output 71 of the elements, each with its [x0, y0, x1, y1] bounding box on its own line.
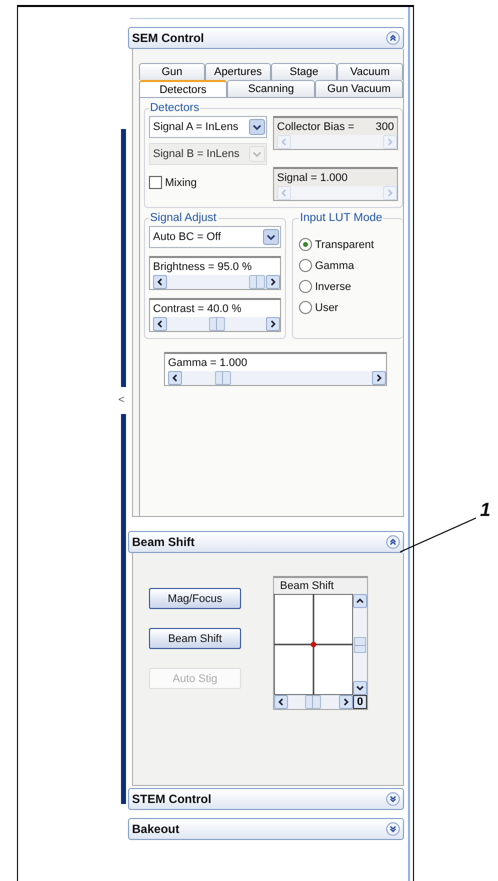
signal-dropdown[interactable]: Signal A = InLens — [149, 116, 267, 138]
radio-button[interactable] — [299, 280, 312, 293]
scroll-left-icon[interactable] — [153, 275, 167, 289]
dropdown-icon[interactable] — [249, 119, 265, 135]
scrollbar[interactable] — [168, 371, 386, 385]
checkbox-label: Mixing — [165, 176, 197, 188]
tab[interactable]: Stage — [271, 63, 337, 80]
crosshair-grid[interactable] — [274, 594, 353, 695]
collapse-icon[interactable] — [386, 31, 400, 45]
panel-title: Beam Shift — [132, 535, 195, 549]
panel-header[interactable]: STEM Control — [128, 788, 404, 810]
scroll-thumb[interactable] — [208, 317, 224, 331]
splitter-arrow[interactable]: < — [118, 395, 125, 406]
checkbox[interactable] — [149, 176, 162, 189]
scroll-right-icon[interactable] — [372, 371, 386, 385]
scroll-right-icon[interactable] — [266, 317, 280, 331]
splitter-bar[interactable] — [120, 414, 126, 804]
tab[interactable]: Vacuum — [337, 63, 403, 80]
push-button[interactable]: Mag/Focus — [149, 588, 241, 609]
panel-header[interactable]: Beam Shift — [128, 531, 404, 553]
radio-button[interactable] — [299, 259, 312, 272]
expand-icon[interactable] — [386, 822, 400, 836]
tab[interactable]: Scanning — [227, 80, 315, 97]
value-label: Collector Bias = — [277, 121, 354, 133]
tab[interactable]: Apertures — [205, 63, 271, 80]
radio-label: Inverse — [315, 280, 352, 292]
radio-label: Transparent — [315, 238, 374, 250]
panel-title: SEM Control — [132, 31, 204, 45]
tab[interactable]: Detectors — [139, 80, 227, 97]
panel-title: STEM Control — [132, 792, 212, 806]
tab[interactable]: Gun Vacuum — [315, 80, 403, 97]
scroll-left-icon[interactable] — [274, 695, 288, 709]
radio-button[interactable] — [299, 301, 312, 314]
scroll-thumb[interactable] — [354, 636, 366, 652]
group-title: Input LUT Mode — [299, 212, 384, 224]
group-title: Signal Adjust — [149, 212, 218, 224]
scroll-thumb[interactable] — [249, 275, 266, 289]
splitter-bar[interactable] — [120, 129, 126, 387]
push-button[interactable]: Beam Shift — [149, 628, 241, 649]
scroll-right-icon[interactable] — [266, 275, 280, 289]
pad-title: Beam Shift — [279, 579, 335, 594]
scrollbar[interactable] — [353, 594, 367, 695]
slider-label: Brightness = 95.0 % — [153, 261, 253, 273]
callout-number: 1 — [480, 500, 491, 522]
scroll-left-icon[interactable] — [153, 317, 167, 331]
radio-button[interactable] — [299, 238, 312, 251]
scroll-down-icon[interactable] — [353, 681, 367, 695]
panel-title: Bakeout — [132, 822, 180, 836]
auto-bc-dropdown[interactable]: Auto BC = Off — [149, 226, 281, 248]
panel-header[interactable]: Bakeout — [128, 818, 404, 840]
value-text: 300 — [376, 121, 394, 133]
collapse-icon[interactable] — [386, 535, 400, 549]
group-title: Detectors — [149, 102, 200, 114]
scrollbar[interactable] — [153, 317, 280, 331]
panel-header[interactable]: SEM Control — [128, 27, 404, 49]
radio-label: User — [315, 302, 338, 314]
scrollbar[interactable] — [274, 695, 353, 709]
slider-label: Contrast = 40.0 % — [153, 303, 242, 315]
scroll-right-icon[interactable] — [339, 695, 353, 709]
scroll-up-icon[interactable] — [353, 594, 367, 608]
scroll-thumb[interactable] — [305, 695, 321, 709]
radio-label: Gamma — [315, 260, 354, 272]
scroll-thumb[interactable] — [214, 371, 230, 385]
reset-button[interactable]: 0 — [353, 695, 367, 709]
expand-icon[interactable] — [386, 792, 400, 806]
tab[interactable]: Gun — [139, 63, 205, 80]
value-text: Signal = 1.000 — [277, 172, 348, 184]
dropdown-icon[interactable] — [263, 229, 279, 245]
slider-label: Gamma = 1.000 — [168, 357, 248, 369]
scrollbar[interactable] — [153, 275, 280, 289]
scroll-left-icon[interactable] — [168, 371, 182, 385]
